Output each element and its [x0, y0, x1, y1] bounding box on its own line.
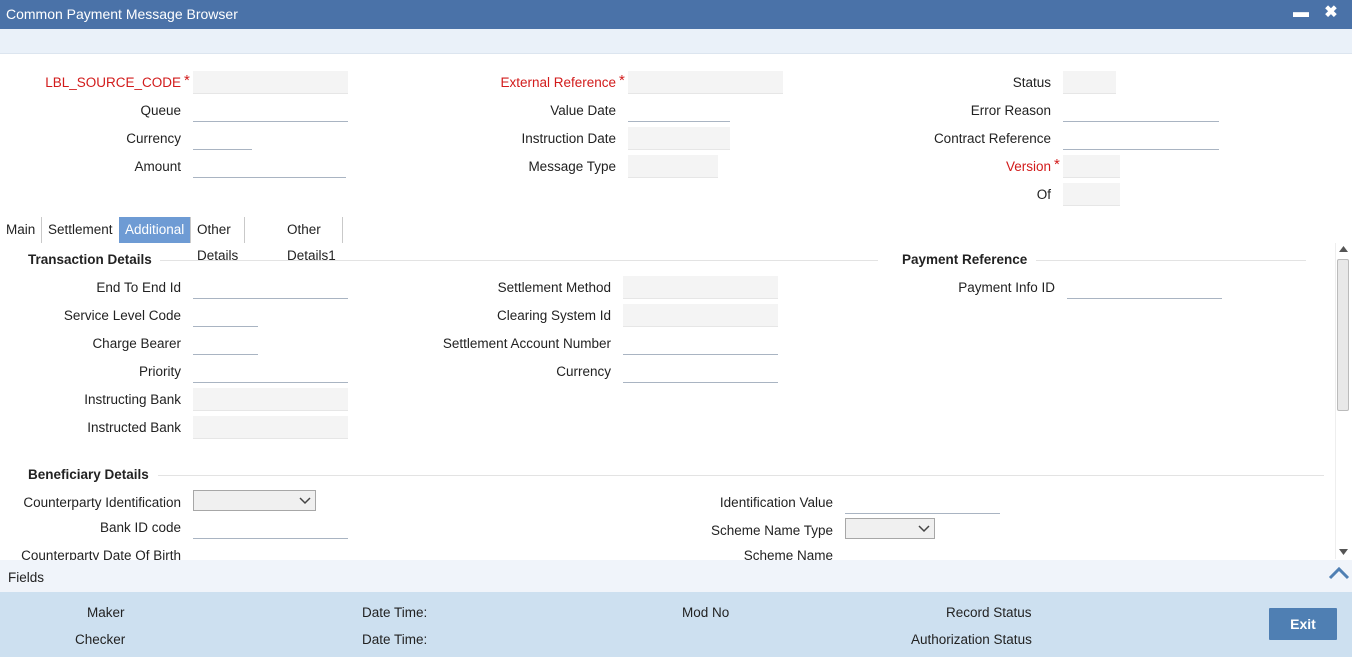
payment-info-id-label: Payment Info ID: [958, 280, 1055, 295]
scheme-name-type-label: Scheme Name Type: [710, 523, 833, 538]
tab-settlement[interactable]: Settlement: [42, 217, 120, 243]
identification-value-label: Identification Value: [719, 495, 833, 510]
tab-main[interactable]: Main: [0, 217, 43, 243]
transaction-details-title: Transaction Details: [28, 252, 152, 267]
instruction-date-label: Instruction Date: [521, 131, 616, 146]
scheme-name-type-select[interactable]: [845, 518, 935, 539]
window-titlebar: Common Payment Message Browser ▬ ✖: [0, 0, 1352, 29]
instructed-bank-label: Instructed Bank: [87, 420, 181, 435]
counterparty-identification-select[interactable]: [193, 490, 316, 511]
identification-value-field[interactable]: [845, 491, 1000, 514]
value-date-field[interactable]: [628, 99, 730, 122]
priority-label: Priority: [138, 364, 181, 379]
scroll-up-icon[interactable]: [1339, 245, 1348, 253]
currency-label: Currency: [126, 131, 181, 146]
fields-label[interactable]: Fields: [8, 570, 44, 585]
payment-reference-title: Payment Reference: [902, 252, 1028, 267]
currency-field[interactable]: [193, 127, 252, 150]
error-reason-label: Error Reason: [970, 103, 1051, 118]
of-field[interactable]: [1063, 183, 1120, 206]
settlement-method-field[interactable]: [623, 276, 778, 299]
settlement-currency-label: Currency: [556, 364, 611, 379]
of-label: Of: [1036, 187, 1051, 202]
charge-bearer-field[interactable]: [193, 332, 258, 355]
amount-field[interactable]: [193, 155, 346, 178]
toolbar-strip: [0, 29, 1352, 54]
section-divider: [158, 475, 1324, 476]
instruction-date-field[interactable]: [628, 127, 730, 150]
external-reference-label: External Reference: [500, 75, 616, 90]
required-marker: *: [184, 72, 190, 89]
window-title: Common Payment Message Browser: [6, 6, 238, 22]
charge-bearer-label: Charge Bearer: [92, 336, 181, 351]
payment-info-id-field[interactable]: [1067, 276, 1222, 299]
external-reference-field[interactable]: [628, 71, 783, 94]
footer-panel: [0, 592, 1352, 657]
bank-id-code-field[interactable]: [193, 516, 348, 539]
required-marker: *: [619, 72, 625, 89]
message-type-label: Message Type: [528, 159, 616, 174]
amount-label: Amount: [134, 159, 181, 174]
status-label: Status: [1012, 75, 1051, 90]
exit-button[interactable]: Exit: [1269, 608, 1337, 640]
instructing-bank-label: Instructing Bank: [84, 392, 181, 407]
version-field[interactable]: [1063, 155, 1120, 178]
message-type-field[interactable]: [628, 155, 718, 178]
tab-other-details[interactable]: Other Details: [191, 217, 246, 263]
chevron-up-icon[interactable]: [1328, 566, 1350, 580]
queue-field[interactable]: [193, 99, 348, 122]
contract-reference-label: Contract Reference: [933, 131, 1051, 146]
scroll-down-icon[interactable]: [1339, 548, 1348, 556]
instructed-bank-field[interactable]: [193, 416, 348, 439]
checker-label: Checker: [75, 632, 126, 647]
tab-other-details1[interactable]: Other Details1: [281, 217, 343, 263]
settlement-account-number-label: Settlement Account Number: [442, 336, 611, 351]
source-code-field[interactable]: [193, 71, 348, 94]
required-marker: *: [1054, 156, 1060, 173]
service-level-code-field[interactable]: [193, 304, 258, 327]
clearing-system-id-label: Clearing System Id: [496, 308, 611, 323]
tab-additional[interactable]: Additional: [119, 217, 192, 243]
chevron-down-icon: [299, 497, 311, 505]
maker-date-time-label: Date Time:: [362, 605, 428, 620]
maker-label: Maker: [87, 605, 125, 620]
settlement-currency-field[interactable]: [623, 360, 778, 383]
version-label: Version: [1005, 159, 1051, 174]
fields-bar: Fields: [0, 560, 1352, 592]
chevron-down-icon: [918, 525, 930, 533]
beneficiary-details-title: Beneficiary Details: [28, 467, 149, 482]
end-to-end-id-field[interactable]: [193, 276, 348, 299]
end-to-end-id-label: End To End Id: [96, 280, 181, 295]
settlement-method-label: Settlement Method: [497, 280, 611, 295]
queue-label: Queue: [140, 103, 181, 118]
section-divider: [160, 260, 878, 261]
authorization-status-label: Authorization Status: [911, 632, 1032, 647]
service-level-code-label: Service Level Code: [63, 308, 181, 323]
scrollbar-thumb[interactable]: [1337, 259, 1349, 411]
value-date-label: Value Date: [550, 103, 616, 118]
settlement-account-number-field[interactable]: [623, 332, 778, 355]
counterparty-identification-label: Counterparty Identification: [23, 495, 181, 510]
close-icon[interactable]: ✖: [1320, 2, 1342, 24]
record-status-label: Record Status: [946, 605, 1032, 620]
vertical-scrollbar[interactable]: [1335, 243, 1350, 559]
bank-id-code-label: Bank ID code: [99, 520, 181, 535]
instructing-bank-field[interactable]: [193, 388, 348, 411]
minimize-icon[interactable]: ▬: [1290, 2, 1312, 24]
source-code-label: LBL_SOURCE_CODE: [45, 75, 181, 90]
section-divider: [1036, 260, 1306, 261]
contract-reference-field[interactable]: [1063, 127, 1219, 150]
checker-date-time-label: Date Time:: [362, 632, 428, 647]
priority-field[interactable]: [193, 360, 348, 383]
status-field[interactable]: [1063, 71, 1116, 94]
clearing-system-id-field[interactable]: [623, 304, 778, 327]
error-reason-field[interactable]: [1063, 99, 1219, 122]
mod-no-label: Mod No: [682, 605, 730, 620]
